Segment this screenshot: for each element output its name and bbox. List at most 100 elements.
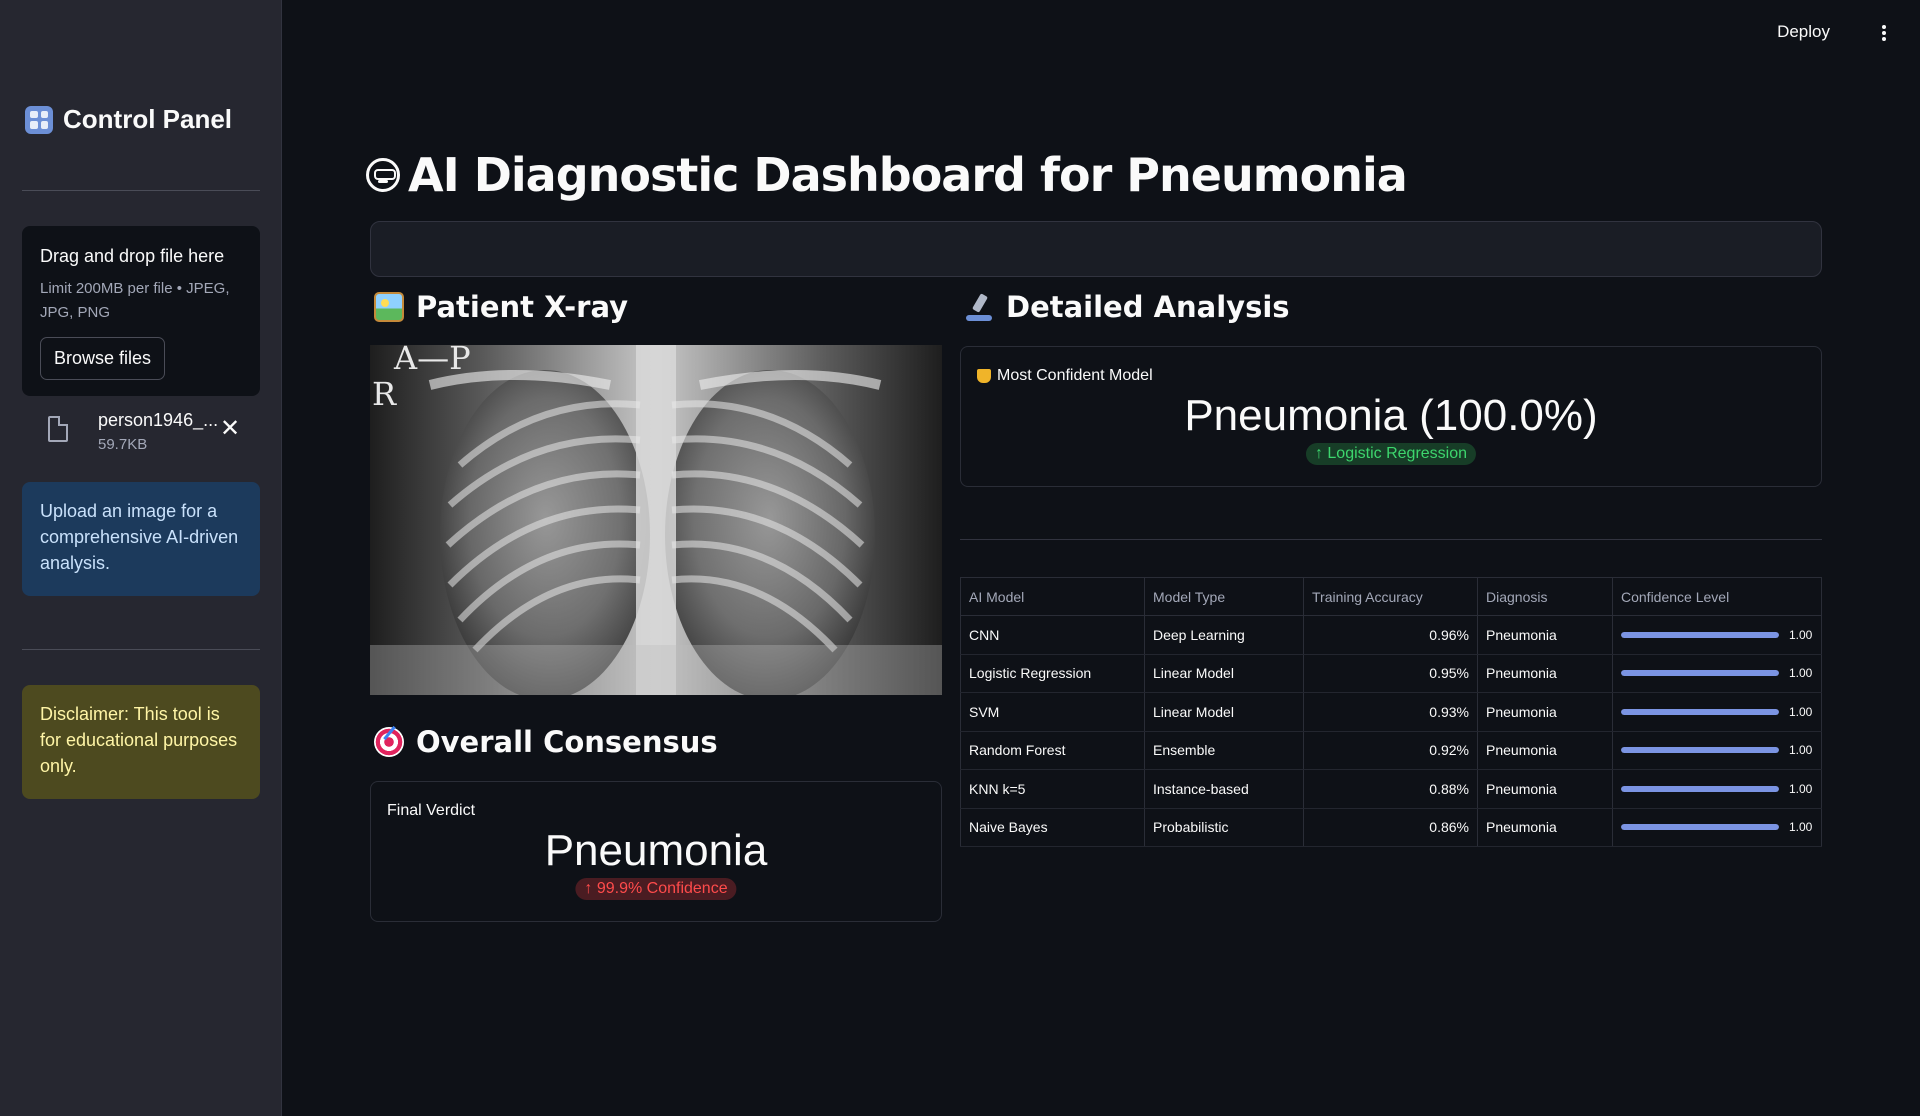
close-icon[interactable]: ✕ <box>220 414 240 443</box>
browse-files-button[interactable]: Browse files <box>40 337 166 380</box>
consensus-section-header: Overall Consensus <box>374 725 718 759</box>
model-name-cell: SVM <box>960 692 1145 732</box>
confidence-progress-fill <box>1621 747 1779 754</box>
confidence-progress-bar <box>1621 785 1779 792</box>
metric-label: Final Verdict <box>387 802 476 819</box>
sidebar: Control Panel Drag and drop file here Li… <box>0 0 282 1116</box>
model-type-cell: Instance-based <box>1144 769 1304 809</box>
table-header-row: AI Model Model Type Training Accuracy Di… <box>960 577 1822 616</box>
model-type-cell: Deep Learning <box>1144 615 1304 655</box>
confidence-cell: 1.00 <box>1612 615 1822 655</box>
uploader-title: Drag and drop file here <box>40 246 225 266</box>
page-title-text: AI Diagnostic Dashboard for Pneumonia <box>408 148 1408 202</box>
model-type-cell: Probabilistic <box>1144 808 1304 847</box>
consensus-section-title: Overall Consensus <box>416 725 718 759</box>
deploy-button[interactable]: Deploy <box>1777 22 1830 42</box>
column-header[interactable]: Training Accuracy <box>1303 577 1478 616</box>
sidebar-divider <box>22 190 260 191</box>
analysis-section-header: Detailed Analysis <box>964 290 1290 324</box>
column-header[interactable]: Confidence Level <box>1612 577 1822 616</box>
most-confident-model-metric: Most Confident Model Pneumonia (100.0%) … <box>960 346 1822 487</box>
table-row[interactable]: Naive Bayes Probabilistic 0.86% Pneumonia 1.… <box>960 808 1822 847</box>
sidebar-title-text: Control Panel <box>63 104 233 134</box>
xray-view-label: A—P <box>394 345 471 377</box>
confidence-progress-fill <box>1621 631 1779 638</box>
column-header[interactable]: Model Type <box>1144 577 1304 616</box>
table-row[interactable]: Logistic Regression Linear Model 0.95% Pneu… <box>960 654 1822 693</box>
model-name-cell: Logistic Regression <box>960 654 1145 693</box>
direct-hit-icon <box>374 727 404 757</box>
training-accuracy-cell: 0.86% <box>1303 808 1478 847</box>
model-name-cell: KNN k=5 <box>960 769 1145 809</box>
table-row[interactable]: SVM Linear Model 0.93% Pneumonia 1.00 <box>960 692 1822 732</box>
model-name-cell: CNN <box>960 615 1145 655</box>
model-results-table[interactable]: AI Model Model Type Training Accuracy Di… <box>960 577 1822 847</box>
confidence-progress-fill <box>1621 670 1779 677</box>
diagnosis-cell: Pneumonia <box>1477 692 1613 732</box>
file-uploader-dropzone[interactable]: Drag and drop file here Limit 200MB per … <box>22 226 260 396</box>
sidebar-divider <box>22 649 260 650</box>
metric-value: Pneumonia <box>544 826 768 875</box>
confidence-cell: 1.00 <box>1612 692 1822 732</box>
confidence-cell: 1.00 <box>1612 654 1822 693</box>
table-row[interactable]: Random Forest Ensemble 0.92% Pneumonia 1.00 <box>960 731 1822 770</box>
info-alert: Upload an image for a comprehensive AI-d… <box>22 482 260 596</box>
file-name: person1946_... <box>98 410 219 430</box>
confidence-cell: 1.00 <box>1612 808 1822 847</box>
model-delta-badge: ↑ Logistic Regression <box>1305 443 1477 465</box>
xray-section-header: Patient X-ray <box>374 290 628 324</box>
metric-label-text: Most Confident Model <box>997 367 1153 384</box>
file-icon <box>48 416 68 442</box>
sidebar-title: Control Panel <box>25 104 232 135</box>
training-accuracy-cell: 0.96% <box>1303 615 1478 655</box>
confidence-delta-badge: ↑ 99.9% Confidence <box>575 878 737 900</box>
uploader-limit: Limit 200MB per file • JPEG, JPG, PNG <box>40 280 230 321</box>
diagnosis-cell: Pneumonia <box>1477 769 1613 809</box>
framed-picture-icon <box>374 292 404 322</box>
column-header[interactable]: Diagnosis <box>1477 577 1613 616</box>
xray-image: A—P R <box>370 345 942 695</box>
model-name-cell: Naive Bayes <box>960 808 1145 847</box>
confidence-progress-bar <box>1621 747 1779 754</box>
confidence-value: 1.00 <box>1789 743 1813 758</box>
analysis-section-title: Detailed Analysis <box>1006 290 1290 324</box>
training-accuracy-cell: 0.88% <box>1303 769 1478 809</box>
confidence-value: 1.00 <box>1789 666 1813 681</box>
xray-section-title: Patient X-ray <box>416 290 629 324</box>
model-type-cell: Ensemble <box>1144 731 1304 770</box>
trophy-icon <box>977 369 991 383</box>
confidence-progress-bar <box>1621 670 1779 677</box>
diagnosis-cell: Pneumonia <box>1477 654 1613 693</box>
status-container <box>370 221 1822 277</box>
model-type-cell: Linear Model <box>1144 692 1304 732</box>
confidence-progress-bar <box>1621 708 1779 715</box>
confidence-progress-bar <box>1621 824 1779 831</box>
confidence-value: 1.00 <box>1789 781 1813 796</box>
model-name-cell: Random Forest <box>960 731 1145 770</box>
training-accuracy-cell: 0.93% <box>1303 692 1478 732</box>
diagnosis-cell: Pneumonia <box>1477 615 1613 655</box>
kebab-menu-icon[interactable] <box>1878 22 1890 44</box>
disclaimer-alert: Disclaimer: This tool is for educational… <box>22 685 260 799</box>
confidence-progress-fill <box>1621 785 1779 792</box>
robot-face-icon <box>366 158 400 192</box>
column-header[interactable]: AI Model <box>960 577 1145 616</box>
table-row[interactable]: KNN k=5 Instance-based 0.88% Pneumonia 1.00 <box>960 769 1822 809</box>
xray-image-graphic <box>370 345 942 695</box>
confidence-value: 1.00 <box>1789 627 1813 642</box>
confidence-cell: 1.00 <box>1612 769 1822 809</box>
confidence-value: 1.00 <box>1789 820 1813 835</box>
confidence-progress-bar <box>1621 631 1779 638</box>
table-row[interactable]: CNN Deep Learning 0.96% Pneumonia 1.00 <box>960 615 1822 655</box>
diagnosis-cell: Pneumonia <box>1477 731 1613 770</box>
confidence-cell: 1.00 <box>1612 731 1822 770</box>
confidence-progress-fill <box>1621 708 1779 715</box>
metric-value: Pneumonia (100.0%) <box>1184 391 1598 440</box>
confidence-progress-fill <box>1621 824 1779 831</box>
final-verdict-metric: Final Verdict Pneumonia ↑ 99.9% Confiden… <box>370 781 942 922</box>
model-type-cell: Linear Model <box>1144 654 1304 693</box>
diagnosis-cell: Pneumonia <box>1477 808 1613 847</box>
control-knobs-icon <box>25 105 53 134</box>
uploaded-file: person1946_... 59.7KB ✕ <box>40 408 250 458</box>
confidence-value: 1.00 <box>1789 704 1813 719</box>
